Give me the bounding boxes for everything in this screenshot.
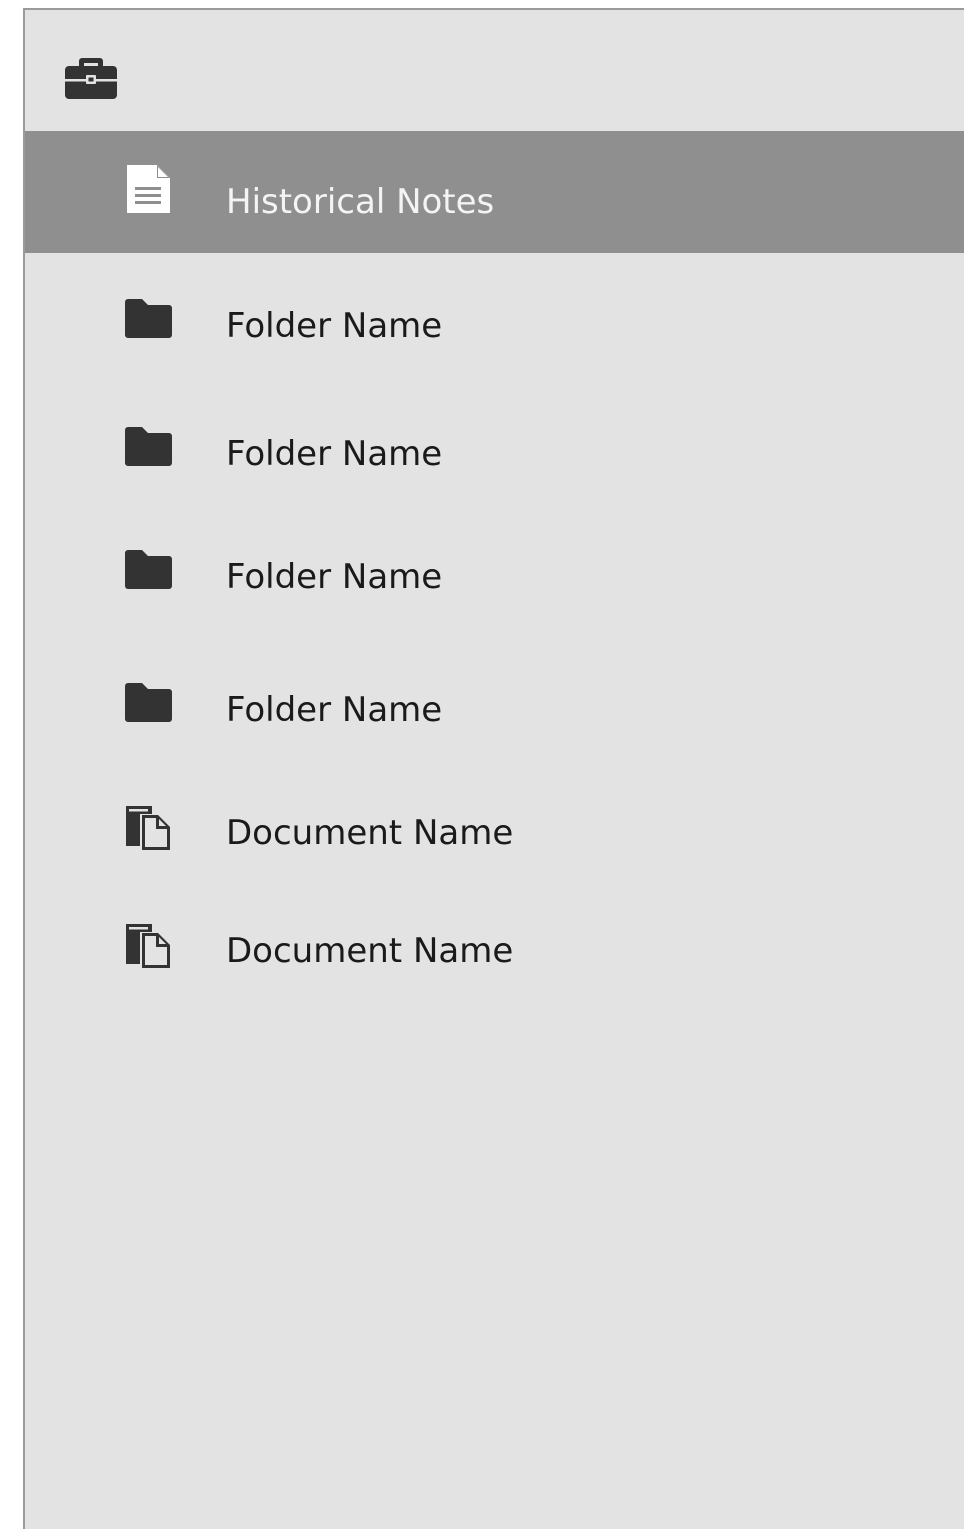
list-item-label: Folder Name xyxy=(226,306,443,346)
list-item-label: Folder Name xyxy=(226,434,443,474)
list-item-label: Historical Notes xyxy=(226,182,495,222)
list-item-label: Folder Name xyxy=(226,557,443,597)
list-item-label: Document Name xyxy=(226,931,514,971)
list-item-folder[interactable]: Folder Name xyxy=(25,381,964,503)
list-item-label: Folder Name xyxy=(226,690,443,730)
folder-icon xyxy=(125,297,173,345)
list-item-folder[interactable]: Folder Name xyxy=(25,637,964,759)
copy-document-icon xyxy=(125,922,173,970)
folder-icon xyxy=(125,548,173,596)
list-item-folder[interactable]: Folder Name xyxy=(25,253,964,375)
folder-icon xyxy=(125,681,173,729)
list-item-document[interactable]: Document Name xyxy=(25,878,964,1000)
folder-icon xyxy=(125,425,173,473)
list-item-folder[interactable]: Folder Name xyxy=(25,504,964,626)
document-icon xyxy=(125,163,173,213)
list-item-historical-notes[interactable]: Historical Notes xyxy=(25,131,964,253)
panel-header xyxy=(25,10,964,131)
copy-document-icon xyxy=(125,804,173,852)
list-item-document[interactable]: Document Name xyxy=(25,760,964,882)
briefcase-icon[interactable] xyxy=(65,56,117,100)
file-browser-panel: Historical Notes Folder Name Folder Name… xyxy=(23,8,964,1529)
list-item-label: Document Name xyxy=(226,813,514,853)
